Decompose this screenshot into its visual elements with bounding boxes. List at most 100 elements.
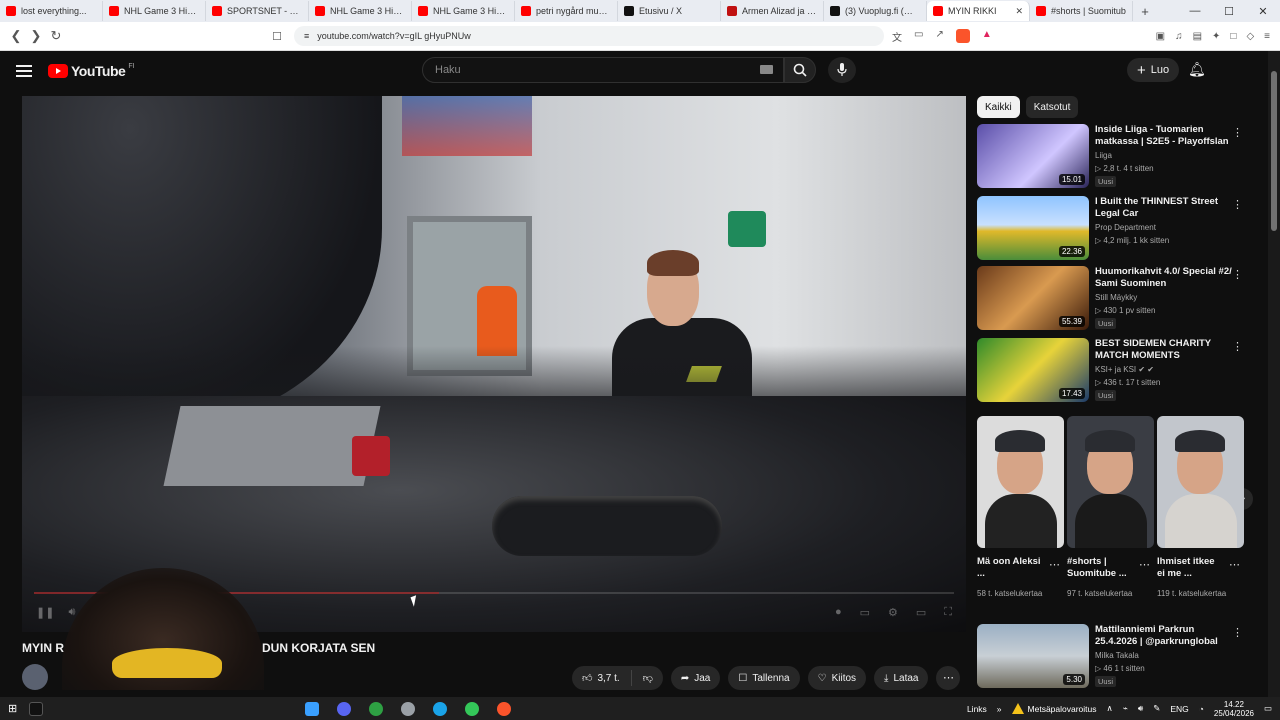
links-toolbar[interactable]: Links bbox=[967, 704, 987, 714]
account-avatar[interactable] bbox=[1226, 60, 1246, 80]
thumbs-up-icon[interactable]: 👍︎ bbox=[582, 672, 592, 684]
close-tab-icon[interactable]: ✕ bbox=[1015, 6, 1023, 17]
share-button[interactable]: ➦ Jaa bbox=[670, 666, 721, 690]
recommended-video[interactable]: 15.01 Inside Liiga - Tuomarien matkassa |… bbox=[977, 124, 1247, 188]
recommended-channel[interactable]: Milka Takala bbox=[1095, 650, 1247, 661]
keyboard-icon[interactable] bbox=[760, 65, 773, 74]
like-dislike-button[interactable]: 👍︎ 3,7 t. 👎︎ bbox=[572, 666, 663, 690]
short-thumbnail[interactable] bbox=[977, 416, 1064, 548]
recommended-title[interactable]: Mattilanniemi Parkrun 25.4.2026 | @parkr… bbox=[1095, 624, 1247, 648]
video-thumbnail[interactable]: 17.43 bbox=[977, 338, 1089, 402]
voice-search-button[interactable] bbox=[828, 57, 856, 83]
bookmark-icon[interactable]: ☐ bbox=[266, 30, 288, 43]
menu-icon[interactable]: ≡ bbox=[1264, 31, 1270, 42]
recommended-channel[interactable]: Liiga bbox=[1095, 150, 1247, 161]
browser-tab[interactable]: SPORTSNET - YouTu bbox=[206, 1, 309, 21]
taskbar-app-icon[interactable] bbox=[369, 701, 384, 716]
theater-mode-icon[interactable]: ▭ bbox=[916, 606, 926, 619]
browser-tab[interactable]: Armen Alizad ja Sen bbox=[721, 1, 824, 21]
browser-tab[interactable]: Etusivu / X bbox=[618, 1, 721, 21]
recommended-title[interactable]: I Built the THINNEST Street Legal Car bbox=[1095, 196, 1247, 220]
browser-tab[interactable]: NHL Game 3 Highli bbox=[412, 1, 515, 21]
cast-icon[interactable]: ▭ bbox=[914, 29, 923, 44]
video-thumbnail[interactable]: 15.01 bbox=[977, 124, 1089, 188]
short-more-icon[interactable]: ⋯ bbox=[1139, 558, 1150, 571]
more-options-icon[interactable]: ⋮ bbox=[1232, 340, 1243, 353]
volume-icon[interactable]: 🔊︎ bbox=[68, 606, 75, 619]
browser-tab[interactable]: petri nygård mun h bbox=[515, 1, 618, 21]
browser-tab[interactable]: MYIN RIKKI ✕ bbox=[927, 1, 1030, 21]
recommended-channel[interactable]: Prop Department bbox=[1095, 222, 1247, 233]
start-windows-icon[interactable]: ⊞ bbox=[8, 702, 17, 715]
page-scrollbar[interactable] bbox=[1268, 51, 1280, 697]
recommended-title[interactable]: Huumorikahvit 4.0/ Special #2/ Sami Suom… bbox=[1095, 266, 1247, 290]
pen-icon[interactable]: ✎ bbox=[1153, 703, 1160, 714]
extensions-icon[interactable]: ✦ bbox=[1212, 31, 1220, 42]
minimize-button[interactable]: — bbox=[1178, 5, 1212, 18]
wifi-icon[interactable]: ◔ bbox=[1199, 704, 1204, 714]
recommended-video[interactable]: 5.30 Mattilanniemi Parkrun 25.4.2026 | @p… bbox=[977, 624, 1247, 688]
taskbar-app-icon[interactable] bbox=[433, 701, 448, 716]
settings-gear-icon[interactable]: ⚙ bbox=[888, 606, 898, 619]
recommended-video[interactable]: 55.39 Huumorikahvit 4.0/ Special #2/ Sami… bbox=[977, 266, 1247, 330]
vpn-icon[interactable]: ◇ bbox=[1246, 31, 1254, 42]
browser-tab[interactable]: (3) Vuoplug.fi (@vu bbox=[824, 1, 927, 21]
video-thumbnail[interactable]: 55.39 bbox=[977, 266, 1089, 330]
recommended-channel[interactable]: KSI+ ja KSI ✔ ✔ bbox=[1095, 364, 1247, 375]
more-actions-icon[interactable]: ⋯ bbox=[936, 666, 961, 690]
taskbar-app-icon[interactable] bbox=[401, 701, 416, 716]
taskbar-app-icon[interactable] bbox=[465, 701, 480, 716]
chevron-icon[interactable]: » bbox=[997, 704, 1002, 714]
video-thumbnail[interactable]: 22.36 bbox=[977, 196, 1089, 260]
more-options-icon[interactable]: ⋮ bbox=[1232, 626, 1243, 639]
more-options-icon[interactable]: ⋮ bbox=[1232, 126, 1243, 139]
browser-tab[interactable]: NHL Game 3 Highli bbox=[309, 1, 412, 21]
chip-watched[interactable]: Katsotut bbox=[1025, 96, 1079, 118]
youtube-logo[interactable]: YouTube FI bbox=[48, 63, 135, 79]
taskbar-app-icon[interactable] bbox=[497, 701, 512, 716]
download-button[interactable]: ⤓ Lataa bbox=[874, 666, 929, 690]
notifications-bell-icon[interactable]: 🔔︎ bbox=[1188, 61, 1206, 78]
save-button[interactable]: ☐ Tallenna bbox=[728, 666, 800, 690]
short-more-icon[interactable]: ⋯ bbox=[1229, 558, 1240, 571]
weather-alert[interactable]: Metsäpalovaroitus bbox=[1011, 703, 1097, 714]
recommended-title[interactable]: Inside Liiga - Tuomarien matkassa | S2E5… bbox=[1095, 124, 1247, 148]
thanks-button[interactable]: ♡ Kiitos bbox=[807, 666, 867, 690]
notifications-icon[interactable]: ▭ bbox=[1264, 703, 1272, 714]
video-thumbnail[interactable]: 5.30 bbox=[977, 624, 1089, 688]
more-options-icon[interactable]: ⋮ bbox=[1232, 198, 1243, 211]
channel-avatar[interactable] bbox=[22, 664, 48, 690]
video-player[interactable]: ❚❚ 🔊︎ ● ▭ ⚙ ▭ ⛶ bbox=[22, 96, 966, 632]
url-field[interactable]: ≡ youtube.com/watch?v=gIL gHyuPNUw bbox=[294, 26, 884, 46]
brave-shields-icon[interactable] bbox=[955, 28, 970, 43]
reader-icon[interactable]: ▤ bbox=[1193, 31, 1202, 42]
maximize-button[interactable]: ☐ bbox=[1212, 5, 1246, 18]
taskbar-app-icon[interactable] bbox=[337, 701, 352, 716]
share-page-icon[interactable]: ↗ bbox=[935, 29, 943, 44]
sidebar-toggle-icon[interactable]: ▣ bbox=[1156, 31, 1165, 42]
create-button[interactable]: + Luo bbox=[1127, 58, 1180, 82]
recommended-title[interactable]: BEST SIDEMEN CHARITY MATCH MOMENTS bbox=[1095, 338, 1247, 362]
volume-tray-icon[interactable]: 🔊︎ bbox=[1138, 703, 1143, 714]
new-tab-button[interactable]: + bbox=[1133, 4, 1157, 19]
site-info-icon[interactable]: ≡ bbox=[304, 31, 309, 41]
recommended-video[interactable]: 17.43 BEST SIDEMEN CHARITY MATCH MOMENTS K… bbox=[977, 338, 1247, 402]
fullscreen-icon[interactable]: ⛶ bbox=[944, 606, 952, 619]
search-button[interactable] bbox=[784, 57, 816, 83]
media-icon[interactable]: ♫ bbox=[1175, 31, 1183, 42]
tray-overflow-icon[interactable]: ∧ bbox=[1107, 703, 1113, 714]
close-window-button[interactable]: ✕ bbox=[1246, 5, 1280, 18]
network-icon[interactable]: ⌁ bbox=[1123, 703, 1128, 714]
reload-icon[interactable]: ↻ bbox=[46, 28, 66, 44]
browser-tab[interactable]: NHL Game 3 Highli bbox=[103, 1, 206, 21]
forward-icon[interactable]: ❯ bbox=[26, 28, 46, 44]
browser-tab[interactable]: lost everything... bbox=[0, 1, 103, 21]
autoplay-icon[interactable]: ● bbox=[835, 606, 842, 619]
clock[interactable]: 14.22 25/04/2026 bbox=[1214, 700, 1254, 718]
pause-icon[interactable]: ❚❚ bbox=[36, 606, 54, 619]
taskbar-app-icon[interactable] bbox=[305, 701, 320, 716]
language-indicator[interactable]: ENG bbox=[1170, 704, 1188, 714]
subtitles-icon[interactable]: ▭ bbox=[860, 606, 870, 619]
translate-icon[interactable]: 文 bbox=[892, 29, 902, 44]
hamburger-menu-icon[interactable] bbox=[16, 65, 32, 77]
